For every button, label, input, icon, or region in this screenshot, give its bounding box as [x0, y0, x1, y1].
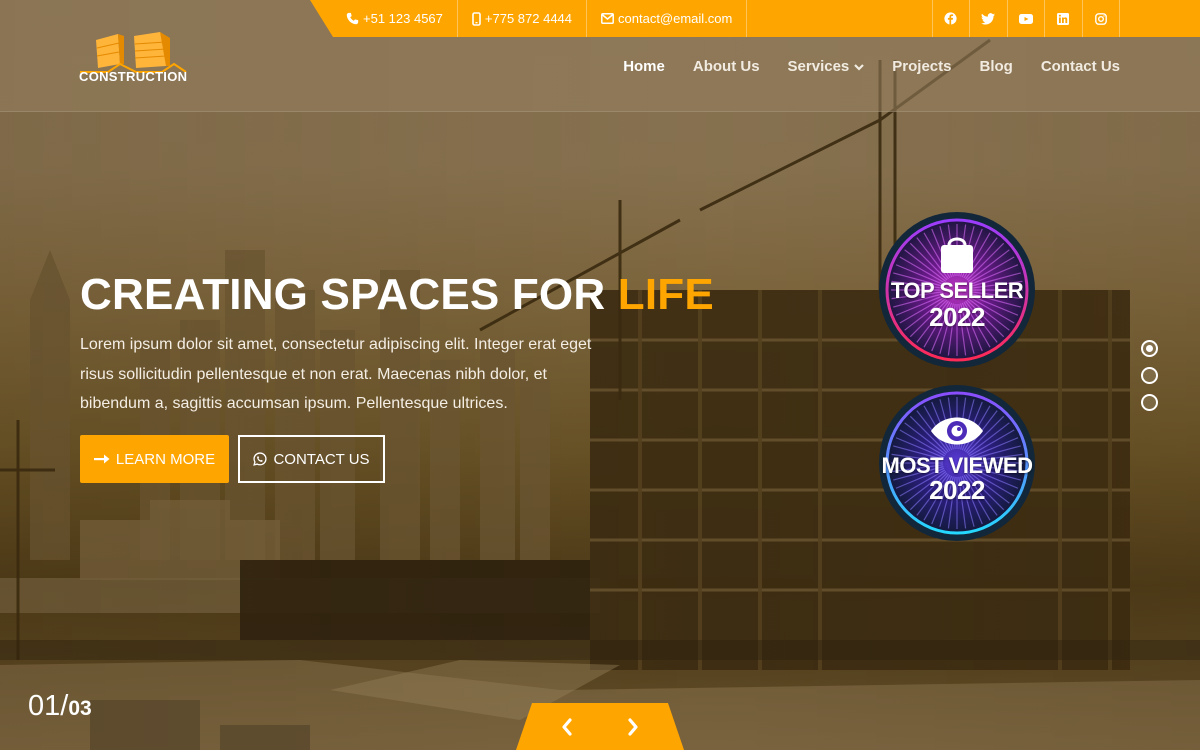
phone-contact[interactable]: +51 123 4567: [310, 0, 458, 37]
slide-current: 01: [28, 690, 61, 722]
chevron-right-icon: [628, 717, 638, 736]
linkedin-link[interactable]: [1045, 0, 1083, 37]
hero-title: CREATING SPACES FOR LIFE: [80, 268, 714, 322]
email-contact[interactable]: contact@email.com: [587, 0, 748, 37]
contact-us-label: CONTACT US: [273, 450, 370, 468]
next-slide-button[interactable]: [622, 716, 644, 738]
phone-number: +51 123 4567: [363, 11, 443, 26]
arrow-right-icon: [93, 454, 110, 464]
nav-label: Projects: [892, 58, 952, 75]
mobile-icon: [472, 11, 481, 26]
nav-label: About Us: [692, 58, 760, 75]
slide-counter: 01/03: [28, 690, 92, 723]
slider-pagination: [1141, 340, 1158, 411]
twitter-link[interactable]: [970, 0, 1008, 37]
nav-label: Contact Us: [1040, 58, 1120, 75]
linkedin-icon: [1057, 12, 1070, 25]
learn-more-label: LEARN MORE: [115, 450, 216, 468]
prev-slide-button[interactable]: [556, 716, 578, 738]
twitter-icon: [981, 12, 996, 25]
nav-item-about-us[interactable]: About Us: [693, 58, 760, 75]
nav-label: Services: [787, 58, 850, 75]
youtube-icon: [1018, 13, 1033, 24]
whatsapp-icon: [253, 452, 268, 466]
envelope-icon: [601, 13, 614, 24]
contact-us-button[interactable]: CONTACT US: [238, 435, 385, 483]
top-seller-badge: TOP SELLER 2022: [877, 210, 1037, 370]
top-contact-bar: +51 123 4567 +775 872 4444 contact@email…: [310, 0, 1200, 37]
nav-label: Home: [623, 58, 665, 75]
email-address: contact@email.com: [618, 11, 733, 26]
main-nav: Home About Us Services Projects Blog Con…: [623, 58, 1120, 75]
learn-more-button[interactable]: LEARN MORE: [80, 435, 229, 483]
chevron-left-icon: [562, 717, 572, 736]
instagram-link[interactable]: [1083, 0, 1120, 37]
slider-dot-3[interactable]: [1141, 394, 1158, 411]
slide-total: 03: [68, 697, 92, 720]
instagram-icon: [1094, 12, 1107, 25]
nav-item-home[interactable]: Home: [623, 58, 665, 75]
hero-description: Lorem ipsum dolor sit amet, consectetur …: [80, 336, 592, 412]
facebook-link[interactable]: [933, 0, 970, 37]
mobile-contact[interactable]: +775 872 4444: [458, 0, 588, 37]
nav-item-services[interactable]: Services: [788, 58, 865, 75]
nav-item-projects[interactable]: Projects: [892, 58, 951, 75]
slider-arrows: [516, 703, 684, 750]
hero-title-accent: LIFE: [617, 270, 714, 319]
hero-title-main: CREATING SPACES FOR: [80, 270, 618, 319]
phone-icon: [346, 12, 359, 25]
facebook-icon: [944, 12, 957, 25]
mobile-number: +775 872 4444: [484, 11, 573, 26]
badge-title: TOP SELLER: [890, 278, 1024, 303]
slider-dot-1[interactable]: [1141, 340, 1158, 357]
logo-text[interactable]: CONSTRUCTION: [79, 69, 187, 84]
topbar-spacer: [747, 0, 933, 37]
youtube-link[interactable]: [1008, 0, 1045, 37]
most-viewed-badge: MOST VIEWED 2022: [877, 383, 1037, 543]
nav-item-blog[interactable]: Blog: [979, 58, 1012, 75]
slider-dot-2[interactable]: [1141, 367, 1158, 384]
chevron-down-icon: [854, 63, 865, 71]
nav-label: Blog: [979, 58, 1013, 75]
badge-year: 2022: [929, 302, 985, 332]
badge-year: 2022: [929, 475, 985, 505]
nav-item-contact-us[interactable]: Contact Us: [1041, 58, 1120, 75]
